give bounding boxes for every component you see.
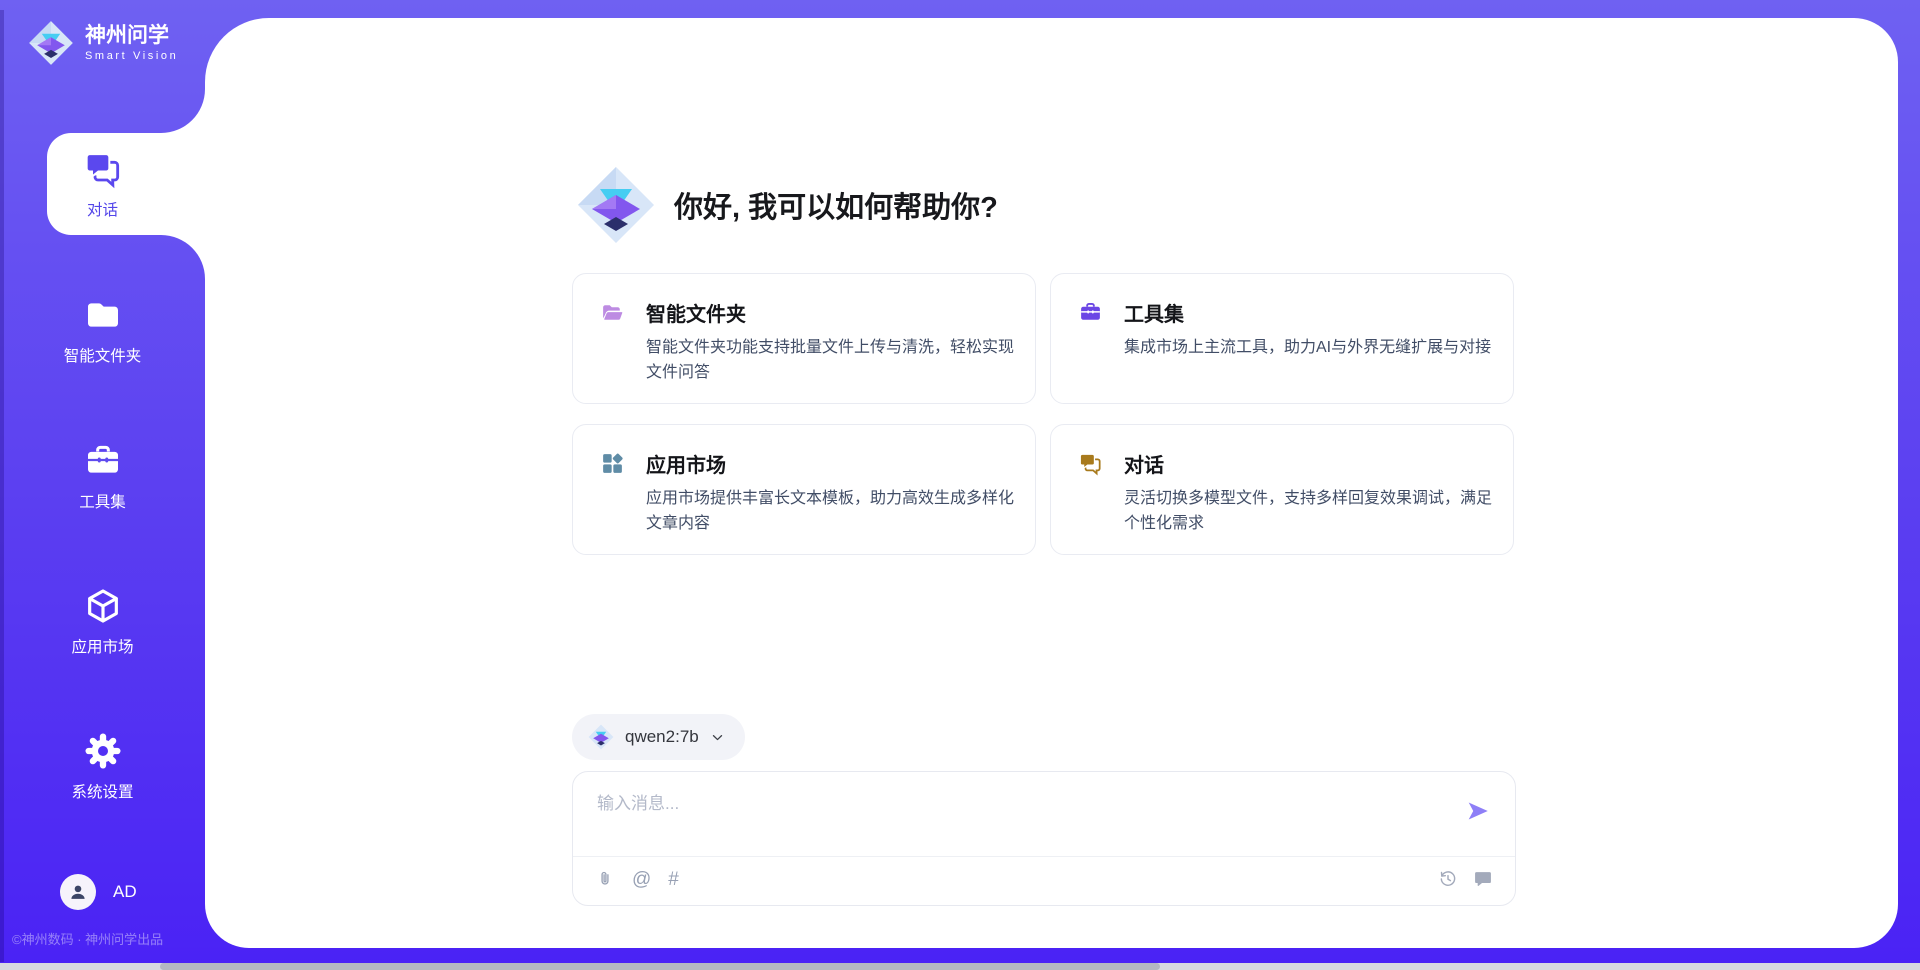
apps-icon [600,451,625,476]
sidebar: 神州问学 Smart Vision 对话 智能文件夹 [0,0,205,970]
model-selector[interactable]: qwen2:7b [572,714,745,760]
sidebar-item-label: 系统设置 [0,780,205,802]
brand-name: 神州问学 [85,24,178,48]
card-description: 灵活切换多模型文件，支持多样回复效果调试，满足个性化需求 [1124,487,1504,537]
person-icon [67,881,89,903]
card-description: 智能文件夹功能支持批量文件上传与清洗，轻松实现文件问答 [646,336,1026,386]
greeting-text: 你好, 我可以如何帮助你? [674,184,998,226]
cube-icon [83,586,123,626]
user-initials: AD [113,882,137,902]
brand-diamond-logo-icon [28,20,74,66]
message-composer: @ # [572,771,1516,906]
sidebar-item-app-market[interactable]: 应用市场 [0,586,205,657]
hash-icon[interactable]: # [668,870,679,889]
sidebar-item-label: 工具集 [0,490,205,512]
feature-cards: 智能文件夹 智能文件夹功能支持批量文件上传与清洗，轻松实现文件问答 工具集 集成… [572,273,1514,555]
sidebar-item-label: 应用市场 [0,635,205,657]
card-chat[interactable]: 对话 灵活切换多模型文件，支持多样回复效果调试，满足个性化需求 [1050,424,1514,555]
chevron-down-icon [710,730,725,745]
message-input[interactable] [595,787,1439,849]
mention-icon[interactable]: @ [632,870,651,889]
card-description: 应用市场提供丰富长文本模板，助力高效生成多样化文章内容 [646,487,1026,537]
copyright-text: ©神州数码 · 神州问学出品 [12,929,163,948]
card-description: 集成市场上主流工具，助力AI与外界无缝扩展与对接 [1124,336,1504,361]
sidebar-item-label: 对话 [0,198,205,220]
user-profile[interactable]: AD [60,874,137,910]
composer-tools: @ # [595,869,679,889]
horizontal-scrollbar-thumb[interactable] [160,963,1160,970]
card-app-market[interactable]: 应用市场 应用市场提供丰富长文本模板，助力高效生成多样化文章内容 [572,424,1036,555]
comment-icon[interactable] [1473,869,1493,889]
main-content: 你好, 我可以如何帮助你? 智能文件夹 智能文件夹功能支持批量文件上传与清洗，轻… [205,18,1898,948]
history-icon[interactable] [1438,869,1458,889]
card-title: 工具集 [1124,298,1184,327]
composer-divider [573,856,1515,857]
card-title: 对话 [1124,449,1164,478]
sidebar-item-smart-folder[interactable]: 智能文件夹 [0,295,205,366]
app-window: 神州问学 Smart Vision 对话 智能文件夹 [0,0,1920,970]
sidebar-item-toolset[interactable]: 工具集 [0,441,205,512]
sidebar-item-settings[interactable]: 系统设置 [0,731,205,802]
chat-icon [1078,451,1103,476]
card-smart-folder[interactable]: 智能文件夹 智能文件夹功能支持批量文件上传与清洗，轻松实现文件问答 [572,273,1036,404]
sidebar-item-chat[interactable]: 对话 [0,149,205,220]
card-toolset[interactable]: 工具集 集成市场上主流工具，助力AI与外界无缝扩展与对接 [1050,273,1514,404]
folder-icon [83,295,123,335]
folder-open-icon [600,300,625,325]
avatar [60,874,96,910]
brand: 神州问学 Smart Vision [28,20,178,66]
send-icon[interactable] [1465,798,1491,824]
chat-icon [83,149,123,189]
composer-right-tools [1438,869,1493,889]
model-name: qwen2:7b [625,727,699,747]
model-diamond-logo-icon [588,724,614,750]
card-title: 智能文件夹 [646,298,746,327]
gear-icon [83,731,123,771]
sidebar-item-label: 智能文件夹 [0,344,205,366]
brand-subtitle: Smart Vision [85,50,178,62]
toolbox-icon [1078,300,1103,325]
toolbox-icon [83,441,123,481]
hero-diamond-logo-icon [576,165,656,245]
horizontal-scrollbar-track[interactable] [0,963,1920,970]
hero: 你好, 我可以如何帮助你? [576,165,998,245]
attachment-icon[interactable] [595,869,615,889]
card-title: 应用市场 [646,449,726,478]
